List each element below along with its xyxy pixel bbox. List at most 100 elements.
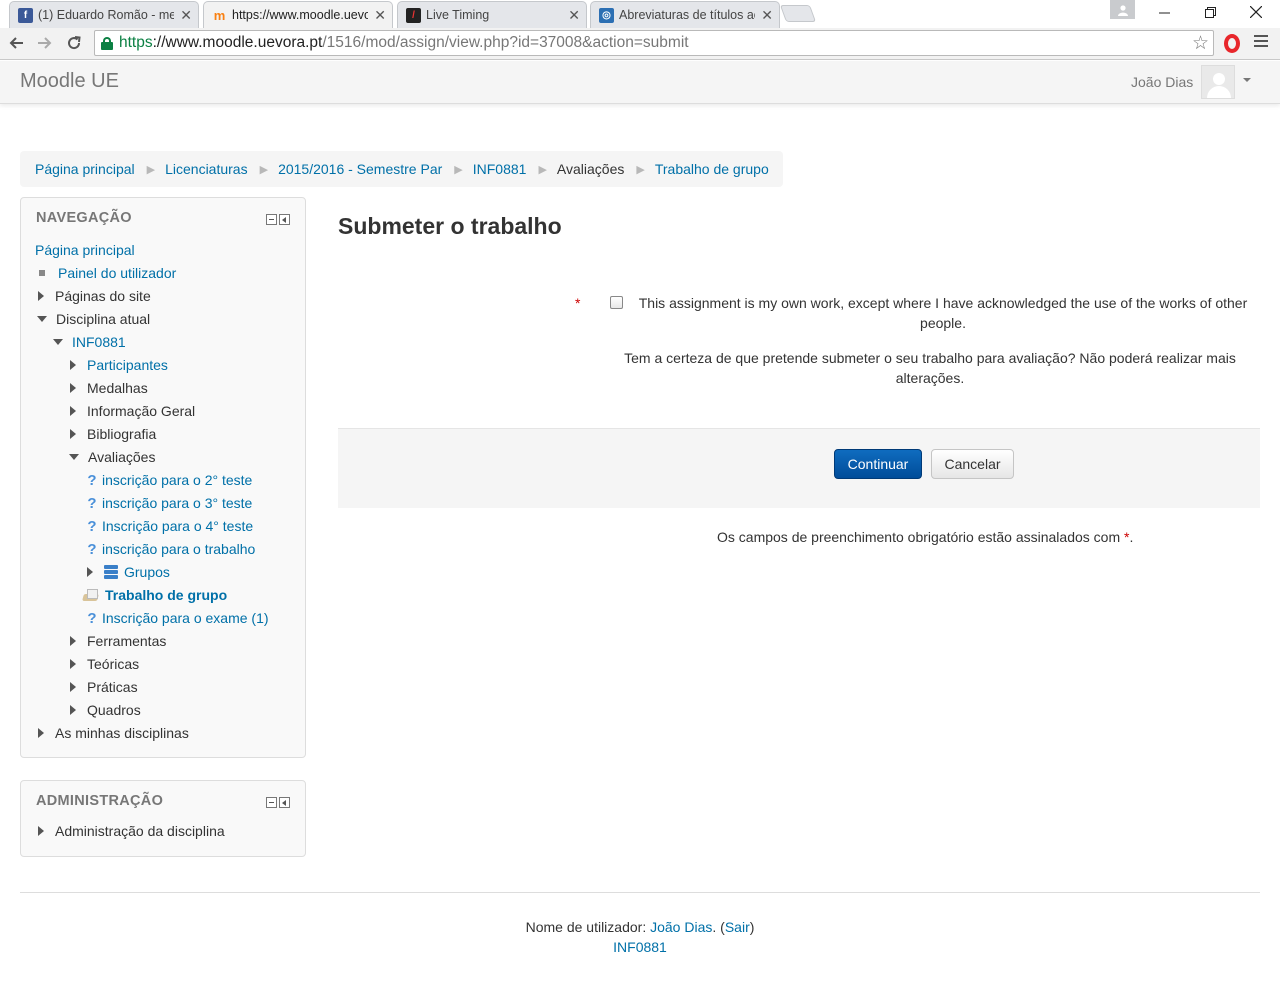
nav-item-course-admin[interactable]: Administração da disciplina [36, 821, 225, 841]
footer-course-link[interactable]: INF0881 [613, 939, 667, 955]
nav-item-label[interactable]: inscrição para o 3° teste [102, 495, 252, 511]
close-window-icon[interactable] [1233, 0, 1279, 24]
continue-button[interactable]: Continuar [834, 449, 922, 479]
nav-item-assessments[interactable]: Avaliações [68, 447, 155, 467]
question-icon: ? [87, 471, 97, 489]
breadcrumb-assignment[interactable]: Trabalho de grupo [655, 161, 769, 177]
nav-item-practice[interactable]: Práticas [68, 677, 138, 697]
cancel-button[interactable]: Cancelar [931, 449, 1014, 479]
restore-icon[interactable] [1187, 0, 1233, 24]
breadcrumb-course[interactable]: INF0881 [473, 161, 527, 177]
collapse-arrow-icon[interactable] [69, 454, 79, 460]
browser-tab-moodle[interactable]: m https://www.moodle.uevo ✕ [203, 1, 393, 28]
nav-item-my-courses[interactable]: As minhas disciplinas [36, 723, 189, 743]
nav-item-boards[interactable]: Quadros [68, 700, 141, 720]
breadcrumb-semester[interactable]: 2015/2016 - Semestre Par [278, 161, 442, 177]
nav-item-work[interactable]: ? inscrição para o trabalho [84, 539, 255, 559]
nav-item-group-work[interactable]: Trabalho de grupo [83, 585, 227, 605]
breadcrumb-home[interactable]: Página principal [35, 161, 135, 177]
hide-block-icon[interactable] [266, 214, 277, 225]
close-icon[interactable]: ✕ [568, 7, 580, 24]
browser-tab-facebook[interactable]: f (1) Eduardo Romão - men ✕ [9, 1, 199, 28]
navigation-block: NAVEGAÇÃO Página principal Painel do uti… [20, 197, 306, 758]
nav-item-label[interactable]: Inscrição para o 4° teste [102, 518, 253, 534]
expand-arrow-icon[interactable] [38, 291, 44, 301]
nav-item-label: Ferramentas [87, 633, 167, 649]
expand-arrow-icon[interactable] [70, 636, 76, 646]
nav-item-label[interactable]: inscrição para o 2° teste [102, 472, 252, 488]
expand-arrow-icon[interactable] [70, 429, 76, 439]
nav-item-home[interactable]: Página principal [35, 240, 135, 260]
user-profile-icon[interactable] [1110, 0, 1135, 19]
nav-item-label[interactable]: Página principal [35, 242, 135, 258]
nav-item-theory[interactable]: Teóricas [68, 654, 139, 674]
browser-tabstrip: f (1) Eduardo Romão - men ✕ m https://ww… [0, 0, 1280, 28]
footer-user-link[interactable]: João Dias [650, 919, 712, 935]
nav-item-label[interactable]: Trabalho de grupo [105, 587, 227, 603]
expand-arrow-icon[interactable] [38, 826, 44, 836]
avatar[interactable] [1201, 65, 1235, 99]
browser-menu-icon[interactable] [1254, 35, 1268, 50]
expand-arrow-icon[interactable] [70, 383, 76, 393]
browser-tab-live-timing[interactable]: / Live Timing ✕ [397, 1, 587, 28]
own-work-checkbox[interactable] [610, 296, 623, 309]
url-scheme: https [119, 34, 153, 51]
own-work-statement[interactable]: This assignment is my own work, except w… [628, 293, 1258, 333]
nav-item-test4[interactable]: ? Inscrição para o 4° teste [84, 516, 253, 536]
browser-tab-abreviaturas[interactable]: ◎ Abreviaturas de títulos acc ✕ [590, 1, 780, 28]
reload-icon[interactable] [62, 31, 86, 55]
nav-item-label[interactable]: inscrição para o trabalho [102, 541, 255, 557]
expand-arrow-icon[interactable] [70, 705, 76, 715]
nav-item-current-course[interactable]: Disciplina atual [36, 309, 150, 329]
moodle-icon: m [213, 7, 226, 23]
bookmark-star-icon[interactable]: ☆ [1192, 32, 1209, 55]
collapse-arrow-icon[interactable] [53, 339, 63, 345]
nav-item-course[interactable]: INF0881 [52, 332, 126, 352]
nav-item-label[interactable]: Painel do utilizador [58, 265, 176, 281]
nav-item-label[interactable]: INF0881 [72, 334, 126, 350]
nav-item-label: Quadros [87, 702, 141, 718]
expand-arrow-icon[interactable] [70, 406, 76, 416]
caret-down-icon[interactable] [1243, 78, 1251, 82]
nav-item-dashboard[interactable]: Painel do utilizador [35, 263, 176, 283]
nav-item-test2[interactable]: ? inscrição para o 2° teste [84, 470, 252, 490]
nav-item-site-pages[interactable]: Páginas do site [36, 286, 151, 306]
nav-item-exam[interactable]: ? Inscrição para o exame (1) [84, 608, 269, 628]
form-actions: Continuar Cancelar [338, 428, 1260, 508]
user-menu-name[interactable]: João Dias [1131, 74, 1193, 90]
footer-divider [20, 892, 1260, 893]
breadcrumb-section: Avaliações [556, 161, 625, 177]
close-icon[interactable]: ✕ [761, 7, 773, 24]
close-icon[interactable]: ✕ [374, 7, 386, 24]
hide-block-icon[interactable] [266, 797, 277, 808]
logout-link[interactable]: Sair [725, 919, 750, 935]
nav-item-label[interactable]: Inscrição para o exame (1) [102, 610, 269, 626]
collapse-arrow-icon[interactable] [37, 316, 47, 322]
dock-block-icon[interactable] [279, 797, 290, 808]
close-icon[interactable]: ✕ [180, 7, 192, 24]
new-tab-button[interactable] [779, 5, 817, 22]
minimize-icon[interactable] [1141, 0, 1187, 24]
nav-item-label[interactable]: Participantes [87, 357, 168, 373]
nav-item-bibliography[interactable]: Bibliografia [68, 424, 156, 444]
breadcrumb-licenciaturas[interactable]: Licenciaturas [165, 161, 248, 177]
expand-arrow-icon[interactable] [70, 659, 76, 669]
nav-item-tools[interactable]: Ferramentas [68, 631, 166, 651]
expand-arrow-icon[interactable] [38, 728, 44, 738]
nav-item-general-info[interactable]: Informação Geral [68, 401, 195, 421]
nav-item-badges[interactable]: Medalhas [68, 378, 148, 398]
dock-block-icon[interactable] [279, 214, 290, 225]
address-bar[interactable]: https://www.moodle.uevora.pt/1516/mod/as… [94, 30, 1214, 56]
logged-in-label: Nome de utilizador: [525, 919, 651, 935]
nav-item-label[interactable]: Grupos [124, 564, 170, 580]
opera-extension-icon[interactable] [1222, 32, 1242, 54]
forward-icon[interactable] [33, 31, 57, 55]
nav-item-test3[interactable]: ? inscrição para o 3° teste [84, 493, 252, 513]
nav-item-participants[interactable]: Participantes [68, 355, 168, 375]
back-icon[interactable] [4, 31, 28, 55]
site-brand[interactable]: Moodle UE [20, 70, 119, 93]
expand-arrow-icon[interactable] [87, 567, 93, 577]
expand-arrow-icon[interactable] [70, 682, 76, 692]
expand-arrow-icon[interactable] [70, 360, 76, 370]
nav-item-groups[interactable]: Grupos [85, 562, 170, 582]
